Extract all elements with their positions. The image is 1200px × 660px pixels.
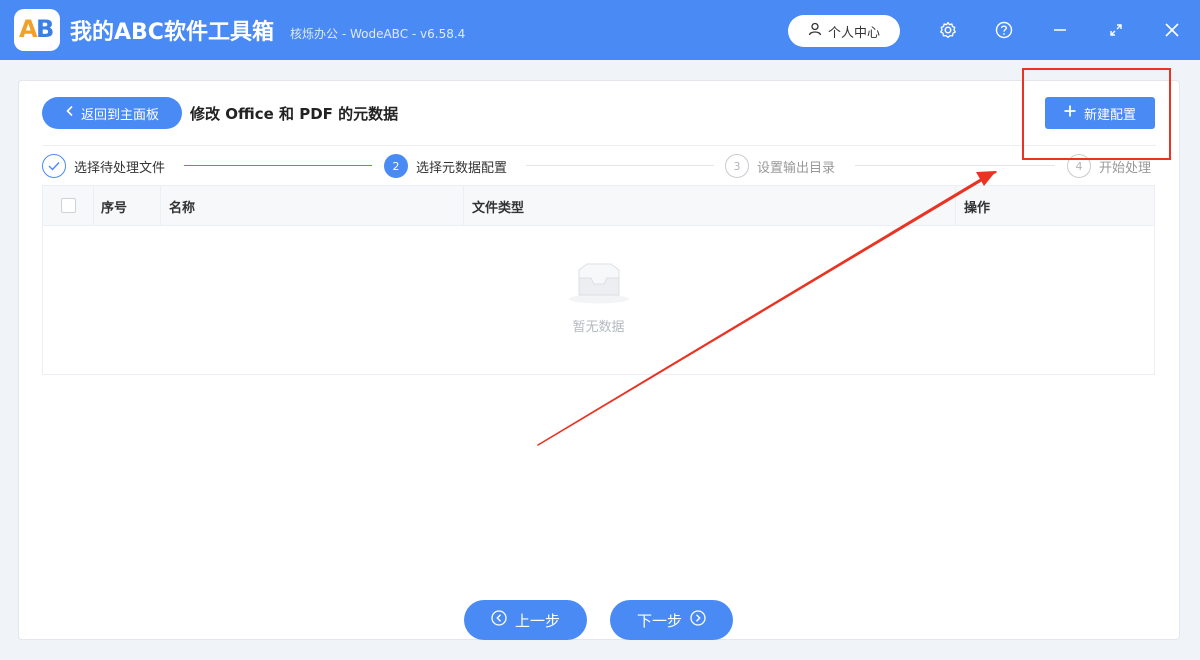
annotation-arrow: [537, 171, 997, 446]
